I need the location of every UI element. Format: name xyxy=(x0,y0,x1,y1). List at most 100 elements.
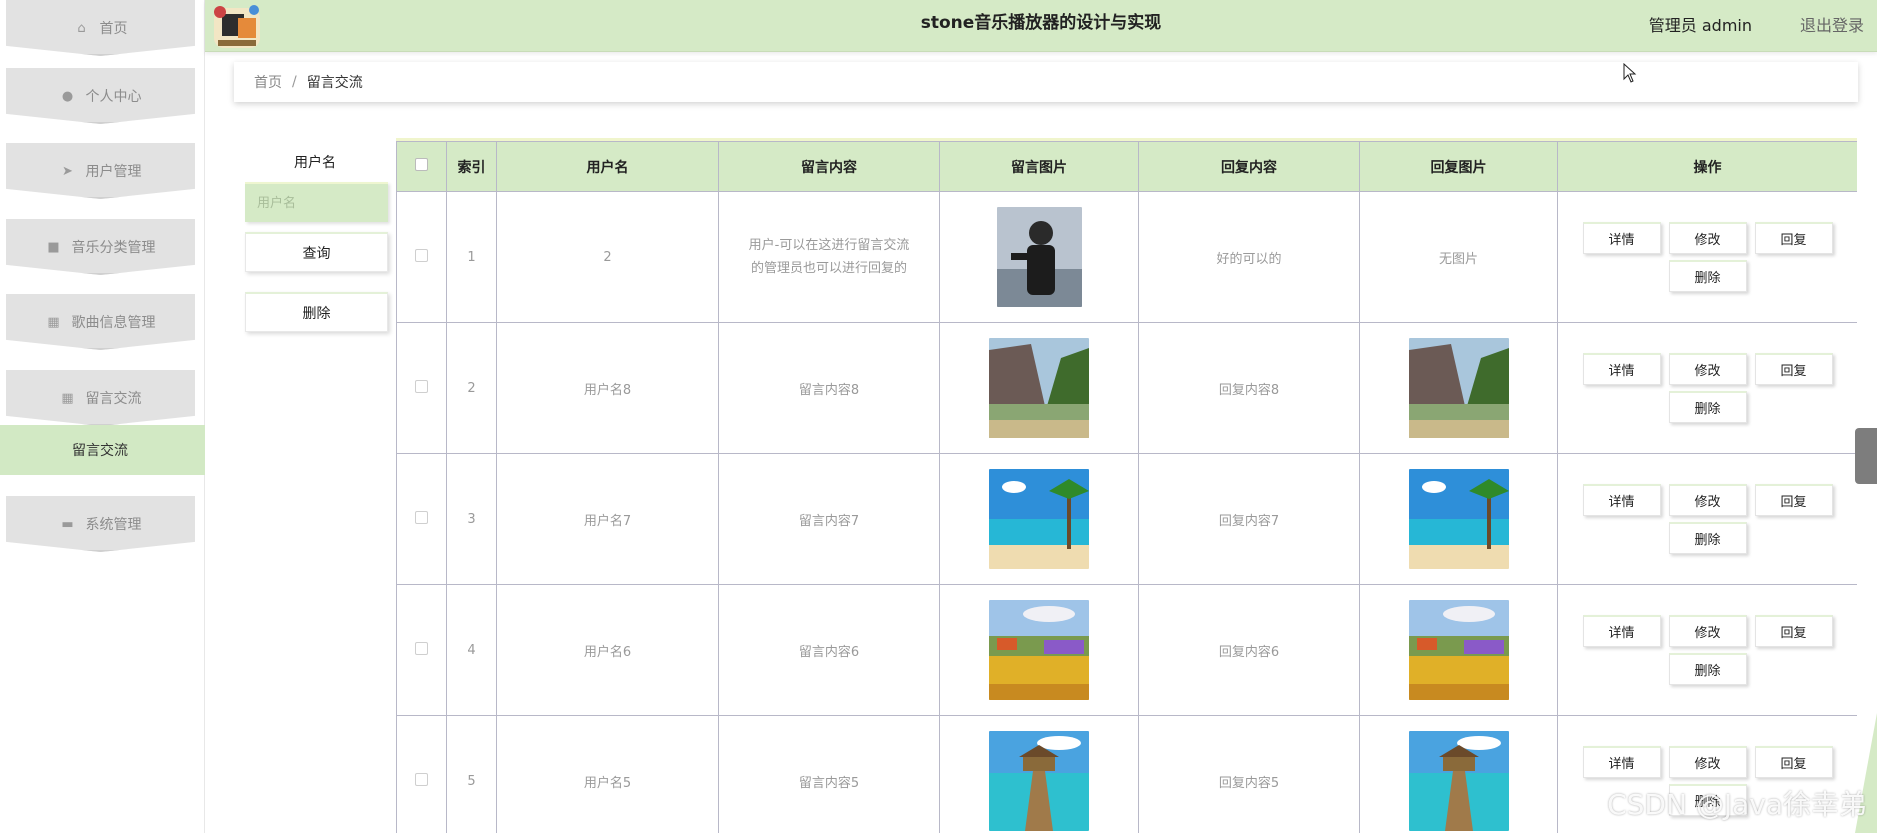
message-table: 索引 用户名 留言内容 留言图片 回复内容 回复图片 操作 1 2 用户-可以在… xyxy=(396,138,1857,833)
sidebar-item-messages[interactable]: ▦ 留言交流 xyxy=(6,370,195,426)
user-icon: ● xyxy=(61,88,74,104)
detail-button[interactable]: 详情 xyxy=(1582,615,1661,647)
actions-cell: 详情 修改 回复 删除 xyxy=(1557,191,1857,323)
breadcrumb-home[interactable]: 首页 xyxy=(254,72,282,92)
content-text: 用户-可以在这进行留言交流的管理员也可以进行回复的 xyxy=(748,238,910,276)
row-select-cell xyxy=(396,191,447,323)
reply-cell: 回复内容8 xyxy=(1138,322,1360,454)
reply-image-pier[interactable] xyxy=(1408,731,1509,831)
message-image-cliff[interactable] xyxy=(989,338,1089,438)
content-cell: 留言内容8 xyxy=(718,322,940,454)
row-checkbox[interactable] xyxy=(415,379,428,393)
send-icon: ➤ xyxy=(62,163,73,179)
username-search-input[interactable] xyxy=(245,182,388,222)
edit-button[interactable]: 修改 xyxy=(1668,746,1747,778)
query-button[interactable]: 查询 xyxy=(245,232,388,272)
sidebar-item-label: 音乐分类管理 xyxy=(71,240,156,256)
actions-cell: 详情 修改 回复 删除 xyxy=(1557,453,1857,585)
edit-button[interactable]: 修改 xyxy=(1668,484,1747,516)
sidebar-item-personal-center[interactable]: ● 个人中心 xyxy=(6,68,195,124)
sidebar-item-home[interactable]: ⌂ 首页 xyxy=(6,0,195,56)
delete-button[interactable]: 删除 xyxy=(1668,522,1747,554)
delete-button[interactable]: 删除 xyxy=(1668,653,1747,685)
edit-button[interactable]: 修改 xyxy=(1668,615,1747,647)
home-icon: ⌂ xyxy=(77,20,86,36)
detail-button[interactable]: 详情 xyxy=(1582,353,1661,385)
app-logo xyxy=(214,5,260,48)
row-select-cell xyxy=(396,453,447,585)
message-image-pier[interactable] xyxy=(989,731,1089,831)
sidebar-item-label: 用户管理 xyxy=(85,164,142,180)
select-all-cell xyxy=(396,141,447,192)
row-select-cell xyxy=(396,715,447,833)
mouse-cursor-icon xyxy=(1623,63,1637,83)
reply-cell: 回复内容5 xyxy=(1138,715,1360,833)
column-header: 索引 xyxy=(446,141,497,192)
table-row: 4 用户名6 留言内容6 回复内容6 详情 修改 回复 删除 xyxy=(396,584,1857,716)
row-checkbox[interactable] xyxy=(415,510,428,524)
delete-button[interactable]: 删除 xyxy=(1668,391,1747,423)
row-select-cell xyxy=(396,322,447,454)
breadcrumb-separator: / xyxy=(292,74,297,90)
row-checkbox[interactable] xyxy=(415,641,428,655)
reply-button[interactable]: 回复 xyxy=(1754,353,1833,385)
row-checkbox[interactable] xyxy=(415,248,428,262)
select-all-checkbox[interactable] xyxy=(415,158,428,171)
message-image-person[interactable] xyxy=(996,207,1082,307)
message-image-beach[interactable] xyxy=(989,469,1089,569)
table-row: 2 用户名8 留言内容8 回复内容8 详情 修改 回复 删除 xyxy=(396,322,1857,454)
sidebar-item-label: 个人中心 xyxy=(85,89,142,105)
detail-button[interactable]: 详情 xyxy=(1582,222,1661,254)
sidebar-item-label: 留言交流 xyxy=(85,391,142,407)
delete-button[interactable]: 删除 xyxy=(1668,260,1747,292)
reply-cell: 好的可以的 xyxy=(1138,191,1360,323)
sidebar-item-user-management[interactable]: ➤ 用户管理 xyxy=(6,143,195,199)
username-cell: 用户名8 xyxy=(496,322,719,454)
reply-image-flowers[interactable] xyxy=(1408,600,1509,700)
column-header: 用户名 xyxy=(496,141,719,192)
reply-button[interactable]: 回复 xyxy=(1754,484,1833,516)
reply-image-cliff[interactable] xyxy=(1408,338,1509,438)
message-image-flowers[interactable] xyxy=(989,600,1089,700)
username-cell: 2 xyxy=(496,191,719,323)
reply-button[interactable]: 回复 xyxy=(1754,222,1833,254)
username-cell: 用户名7 xyxy=(496,453,719,585)
detail-button[interactable]: 详情 xyxy=(1582,484,1661,516)
sidebar-item-system[interactable]: ▬ 系统管理 xyxy=(6,496,195,552)
monitor-icon: ▬ xyxy=(61,516,74,532)
sidebar-subitem-label: 留言交流 xyxy=(72,443,128,459)
side-collapse-tab[interactable] xyxy=(1855,428,1877,484)
logout-link[interactable]: 退出登录 xyxy=(1800,12,1864,36)
user-info: 管理员 admin xyxy=(1648,16,1752,35)
image-cell xyxy=(939,322,1139,454)
row-checkbox[interactable] xyxy=(415,772,428,786)
column-header: 操作 xyxy=(1557,141,1857,192)
reply-button[interactable]: 回复 xyxy=(1754,746,1833,778)
index-cell: 1 xyxy=(446,191,497,323)
image-cell xyxy=(939,715,1139,833)
table-row: 3 用户名7 留言内容7 回复内容7 详情 修改 回复 删除 xyxy=(396,453,1857,585)
sidebar: ⌂ 首页 ● 个人中心 ➤ 用户管理 ■ 音乐分类管理 ▦ 歌曲信息管理 ▦ 留… xyxy=(0,0,205,833)
watermark: CSDN @Java徐幸弟 xyxy=(1607,788,1867,821)
sidebar-subitem-messages[interactable]: 留言交流 xyxy=(0,425,205,475)
edit-button[interactable]: 修改 xyxy=(1668,353,1747,385)
delete-selected-button[interactable]: 删除 xyxy=(245,292,388,332)
reply-image-beach[interactable] xyxy=(1408,469,1509,569)
sidebar-item-music-category[interactable]: ■ 音乐分类管理 xyxy=(6,219,195,275)
username-cell: 用户名6 xyxy=(496,584,719,716)
briefcase-icon: ■ xyxy=(47,239,60,255)
detail-button[interactable]: 详情 xyxy=(1582,746,1661,778)
index-cell: 4 xyxy=(446,584,497,716)
reply-image-cell xyxy=(1359,584,1558,716)
reply-cell: 回复内容6 xyxy=(1138,584,1360,716)
row-select-cell xyxy=(396,584,447,716)
index-cell: 3 xyxy=(446,453,497,585)
reply-image-cell xyxy=(1359,453,1558,585)
content-cell: 留言内容5 xyxy=(718,715,940,833)
sidebar-item-song-info[interactable]: ▦ 歌曲信息管理 xyxy=(6,294,195,350)
username-cell: 用户名5 xyxy=(496,715,719,833)
actions-cell: 详情 修改 回复 删除 xyxy=(1557,584,1857,716)
content-cell: 留言内容7 xyxy=(718,453,940,585)
edit-button[interactable]: 修改 xyxy=(1668,222,1747,254)
reply-button[interactable]: 回复 xyxy=(1754,615,1833,647)
